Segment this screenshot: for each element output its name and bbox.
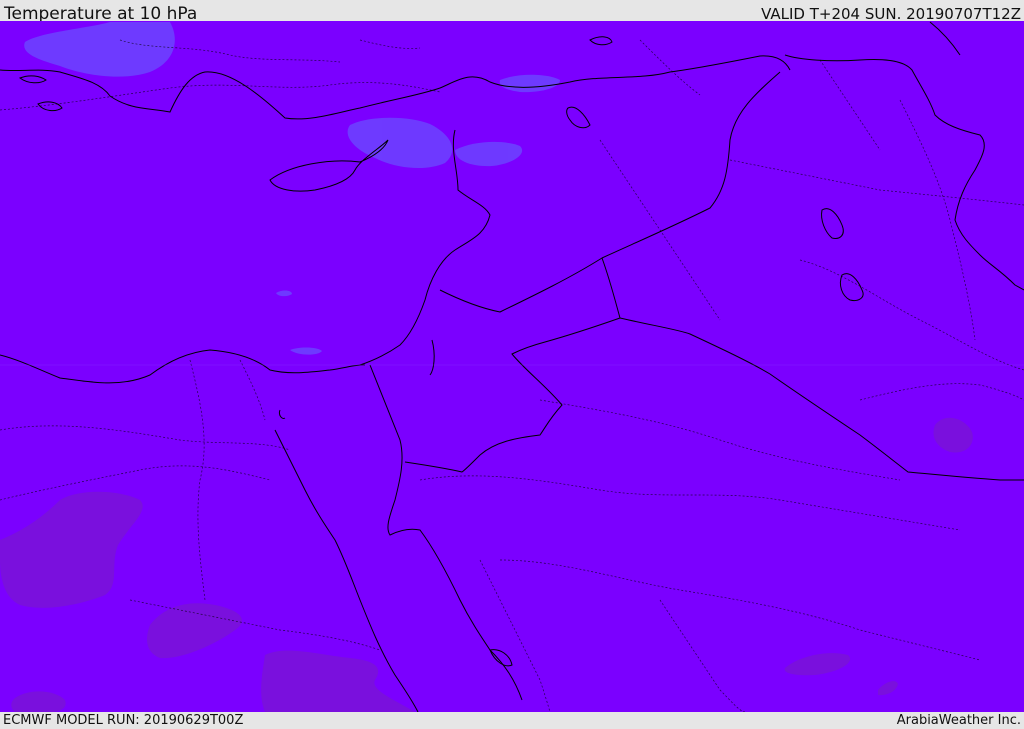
temperature-field <box>0 21 1024 712</box>
model-run: ECMWF MODEL RUN: 20190629T00Z <box>3 713 244 728</box>
credit: ArabiaWeather Inc. <box>896 713 1021 728</box>
weather-map[interactable] <box>0 21 1024 713</box>
map-canvas <box>0 21 1024 713</box>
footer-bar: ECMWF MODEL RUN: 20190629T00Z ArabiaWeat… <box>0 712 1024 729</box>
header-bar: Temperature at 10 hPa VALID T+204 SUN. 2… <box>0 0 1024 24</box>
